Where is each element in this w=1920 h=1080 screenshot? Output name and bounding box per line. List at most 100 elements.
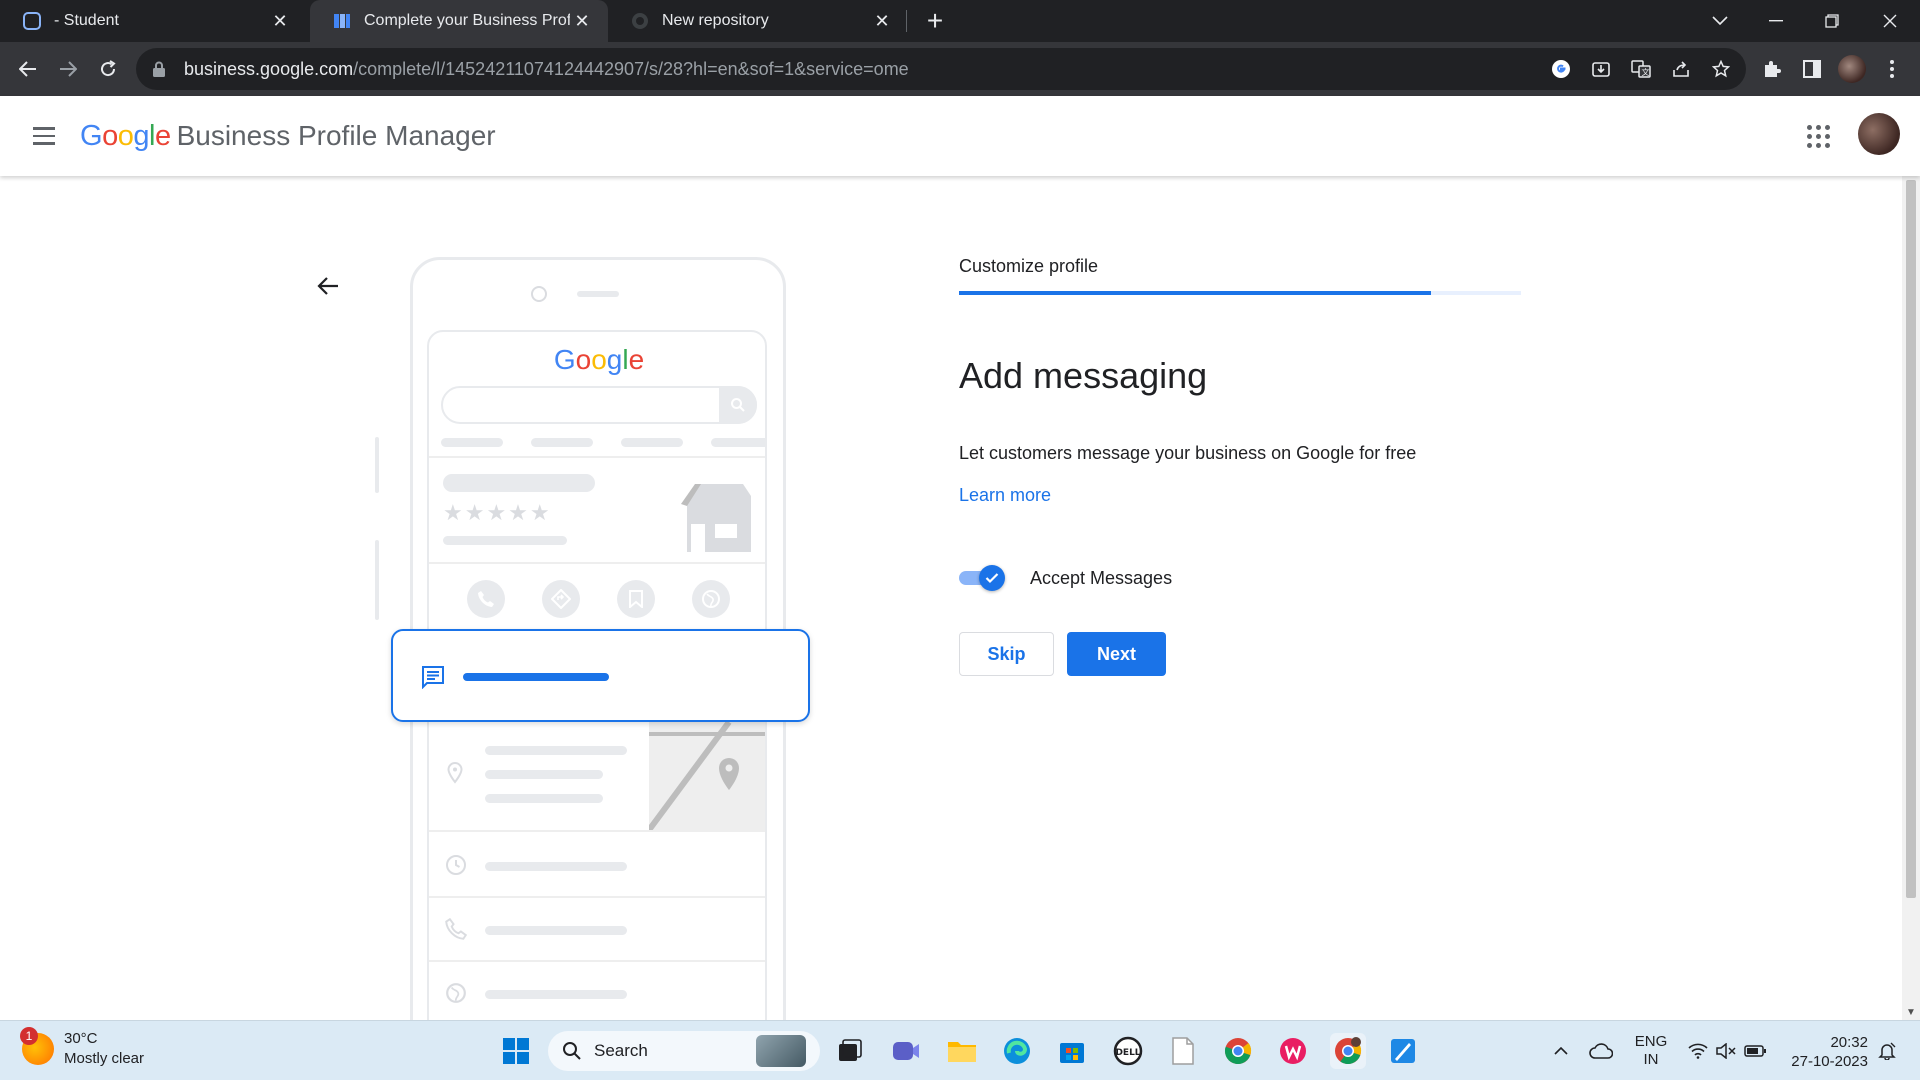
page-description: Let customers message your business on G… <box>959 443 1417 463</box>
app-header: Google Business Profile Manager <box>0 96 1920 176</box>
restore-icon[interactable] <box>1804 0 1860 42</box>
battery-icon[interactable] <box>1742 1033 1768 1069</box>
mock-title-pill <box>443 474 595 492</box>
bookmark-star-icon[interactable] <box>1710 58 1732 80</box>
logo-letter: g <box>133 119 149 152</box>
clock-time: 20:32 <box>1830 1034 1868 1051</box>
mock-tab-pill <box>711 438 765 447</box>
tab-student[interactable]: - Student ✕ <box>0 0 306 42</box>
close-window-icon[interactable] <box>1862 0 1918 42</box>
chrome-menu-icon[interactable] <box>1876 53 1908 85</box>
extensions-puzzle-icon[interactable] <box>1756 53 1788 85</box>
volume-muted-icon[interactable] <box>1714 1033 1738 1069</box>
tab-business-profile[interactable]: Complete your Business Profile ✕ <box>310 0 608 42</box>
tab-new-repository[interactable]: New repository ✕ <box>608 0 908 42</box>
chrome-icon[interactable] <box>1220 1033 1256 1069</box>
logo-letter: o <box>102 119 118 152</box>
google-lens-icon[interactable] <box>1550 58 1572 80</box>
browser-tab-strip: - Student ✕ Complete your Business Profi… <box>0 0 1920 42</box>
task-view-icon[interactable] <box>832 1033 868 1069</box>
paint-app-icon[interactable] <box>1385 1033 1421 1069</box>
chrome-profile-active-icon[interactable] <box>1330 1033 1366 1069</box>
progress-fill <box>959 291 1432 295</box>
microsoft-store-icon[interactable] <box>1054 1033 1090 1069</box>
language-indicator[interactable]: ENG IN <box>1628 1033 1674 1069</box>
tab-title: - Student <box>54 12 119 29</box>
brand-logo[interactable]: Google Business Profile Manager <box>80 116 496 156</box>
translate-icon[interactable]: 文 <box>1630 58 1652 80</box>
phone-side-button <box>375 437 379 493</box>
accept-messages-toggle[interactable] <box>959 565 1005 591</box>
logo-letter: G <box>80 119 103 152</box>
mock-map-thumbnail <box>649 722 765 830</box>
mock-divider <box>429 960 765 962</box>
scroll-down-arrow-icon[interactable]: ▼ <box>1906 1008 1916 1018</box>
taskbar-clock[interactable]: 20:32 27-10-2023 <box>1780 1033 1868 1071</box>
teams-chat-icon[interactable] <box>888 1033 924 1069</box>
mock-directions-icon <box>542 580 580 618</box>
close-tab-icon[interactable]: ✕ <box>268 9 292 33</box>
mock-website-pill <box>485 990 627 999</box>
weather-widget[interactable]: 1 30°C Mostly clear <box>20 1027 145 1069</box>
notepad-file-icon[interactable] <box>1165 1033 1201 1069</box>
mock-divider <box>429 896 765 898</box>
minimize-icon[interactable] <box>1748 0 1804 42</box>
taskbar-search-box[interactable]: Search <box>548 1031 820 1071</box>
logo-letter: G <box>553 344 576 375</box>
edge-browser-icon[interactable] <box>999 1033 1035 1069</box>
windows-start-icon[interactable] <box>498 1033 534 1069</box>
profile-avatar[interactable] <box>1836 53 1868 85</box>
notifications-bell-icon[interactable] <box>1874 1033 1900 1069</box>
mock-call-icon <box>467 580 505 618</box>
toggle-knob <box>979 565 1005 591</box>
scrollbar-thumb[interactable] <box>1906 180 1916 898</box>
mock-tab-pill <box>441 438 503 447</box>
close-tab-icon[interactable]: ✕ <box>570 9 594 33</box>
account-avatar[interactable] <box>1858 113 1900 155</box>
back-nav-icon[interactable] <box>12 53 44 85</box>
language-code: ENG <box>1634 1033 1668 1050</box>
accept-messages-label: Accept Messages <box>1030 568 1173 588</box>
logo-letter: e <box>628 344 645 375</box>
address-bar[interactable]: business.google.com/complete/l/145242110… <box>136 48 1746 90</box>
skip-button[interactable]: Skip <box>959 632 1054 676</box>
lock-icon[interactable] <box>152 61 166 77</box>
next-button[interactable]: Next <box>1067 632 1166 676</box>
close-tab-icon[interactable]: ✕ <box>870 9 894 33</box>
google-apps-icon[interactable] <box>1800 118 1836 154</box>
message-placeholder-bar <box>463 673 609 681</box>
student-favicon-icon <box>22 11 42 31</box>
main-menu-icon[interactable] <box>26 118 62 154</box>
weather-sun-icon: 1 <box>20 1027 54 1065</box>
windows-taskbar: 1 30°C Mostly clear Search DELL ENG IN 2… <box>0 1020 1920 1080</box>
file-explorer-icon[interactable] <box>944 1033 980 1069</box>
side-panel-icon[interactable] <box>1796 53 1828 85</box>
onedrive-cloud-icon[interactable] <box>1586 1033 1616 1069</box>
mock-tab-pill <box>531 438 593 447</box>
weather-badge: 1 <box>20 1027 38 1045</box>
back-arrow-icon[interactable] <box>312 270 344 302</box>
weather-description: Mostly clear <box>64 1050 145 1067</box>
show-hidden-icons-chevron-icon[interactable] <box>1548 1033 1574 1069</box>
search-highlight-illustration-icon <box>756 1035 806 1067</box>
tab-title: New repository <box>662 12 769 29</box>
dell-icon[interactable]: DELL <box>1110 1033 1146 1069</box>
region-code: IN <box>1643 1051 1659 1068</box>
tab-search-chevron-icon[interactable] <box>1692 0 1748 42</box>
mock-store-icon <box>677 482 753 559</box>
phone-side-button <box>375 540 379 620</box>
reload-icon[interactable] <box>92 53 124 85</box>
wps-office-icon[interactable] <box>1275 1033 1311 1069</box>
page-scrollbar[interactable]: ▼ <box>1902 176 1920 1020</box>
learn-more-link[interactable]: Learn more <box>959 485 1051 506</box>
share-icon[interactable] <box>1670 58 1692 80</box>
step-progress-bar <box>959 291 1521 295</box>
mock-divider <box>429 456 765 458</box>
mock-address-pill <box>485 794 603 803</box>
wifi-icon[interactable] <box>1686 1033 1710 1069</box>
forward-nav-icon[interactable] <box>52 53 84 85</box>
install-app-icon[interactable] <box>1590 58 1612 80</box>
new-tab-plus-icon[interactable]: + <box>920 5 950 36</box>
page-title: Add messaging <box>959 355 1208 396</box>
mock-tab-pill <box>621 438 683 447</box>
